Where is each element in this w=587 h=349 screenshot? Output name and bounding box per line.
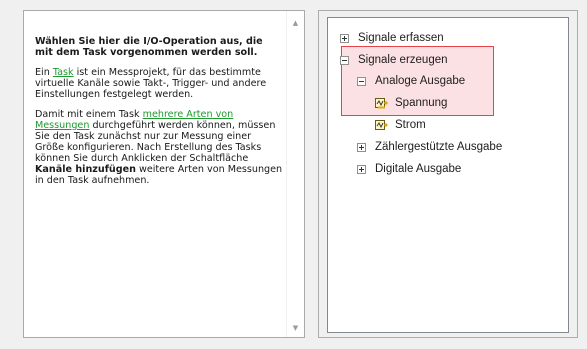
help-text-span: Damit mit einem Task (35, 109, 143, 120)
tree-item-signale-erzeugen[interactable]: Signale erzeugen (340, 51, 448, 69)
collapse-minus-icon[interactable] (340, 55, 349, 65)
tree-item-label: Analoge Ausgabe (375, 75, 466, 87)
tree-item-analoge-ausgabe[interactable]: Analoge Ausgabe (357, 72, 465, 90)
add-channels-bold: Kanäle hinzufügen (35, 164, 136, 175)
help-text: Wählen Sie hier die I/O-Operation aus, d… (35, 36, 283, 195)
analog-output-current-icon (375, 120, 388, 130)
tree-item-label: Signale erfassen (358, 32, 444, 44)
tree-item-label: Signale erzeugen (358, 54, 448, 66)
help-heading: Wählen Sie hier die I/O-Operation aus, d… (35, 36, 263, 58)
help-panel: Wählen Sie hier die I/O-Operation aus, d… (23, 10, 305, 338)
tree-item-strom[interactable]: Strom (374, 116, 426, 134)
expand-plus-icon[interactable] (357, 164, 366, 174)
tree-item-label: Zählergestützte Ausgabe (375, 141, 503, 153)
help-paragraph-task: Ein Task ist ein Messprojekt, für das be… (35, 67, 283, 100)
tree-item-label: Digitale Ausgabe (375, 163, 462, 175)
collapse-minus-icon[interactable] (357, 76, 366, 86)
tree-item-spannung[interactable]: Spannung (374, 94, 447, 112)
help-paragraph-measurements: Damit mit einem Task mehrere Arten von M… (35, 109, 283, 186)
tree-item-label: Spannung (395, 97, 448, 109)
help-scrollbar[interactable]: ▲ ▼ (286, 11, 304, 337)
scroll-down-arrow-icon[interactable]: ▼ (287, 320, 304, 337)
help-text-span: Ein (35, 67, 53, 78)
tree-item-digitale-ausgabe[interactable]: Digitale Ausgabe (357, 160, 461, 178)
tree-item-zaehlergestuetzte-ausgabe[interactable]: Zählergestützte Ausgabe (357, 138, 502, 156)
expand-plus-icon[interactable] (340, 33, 349, 43)
scroll-up-arrow-icon[interactable]: ▲ (287, 15, 304, 32)
tree-item-signale-erfassen[interactable]: Signale erfassen (340, 29, 444, 47)
io-operation-tree[interactable]: Signale erfassen Signale erzeugen Analog… (327, 17, 569, 333)
expand-plus-icon[interactable] (357, 142, 366, 152)
tree-panel: Signale erfassen Signale erzeugen Analog… (318, 10, 578, 338)
analog-output-voltage-icon (375, 98, 388, 109)
task-link[interactable]: Task (53, 67, 74, 78)
tree-item-label: Strom (395, 119, 426, 131)
